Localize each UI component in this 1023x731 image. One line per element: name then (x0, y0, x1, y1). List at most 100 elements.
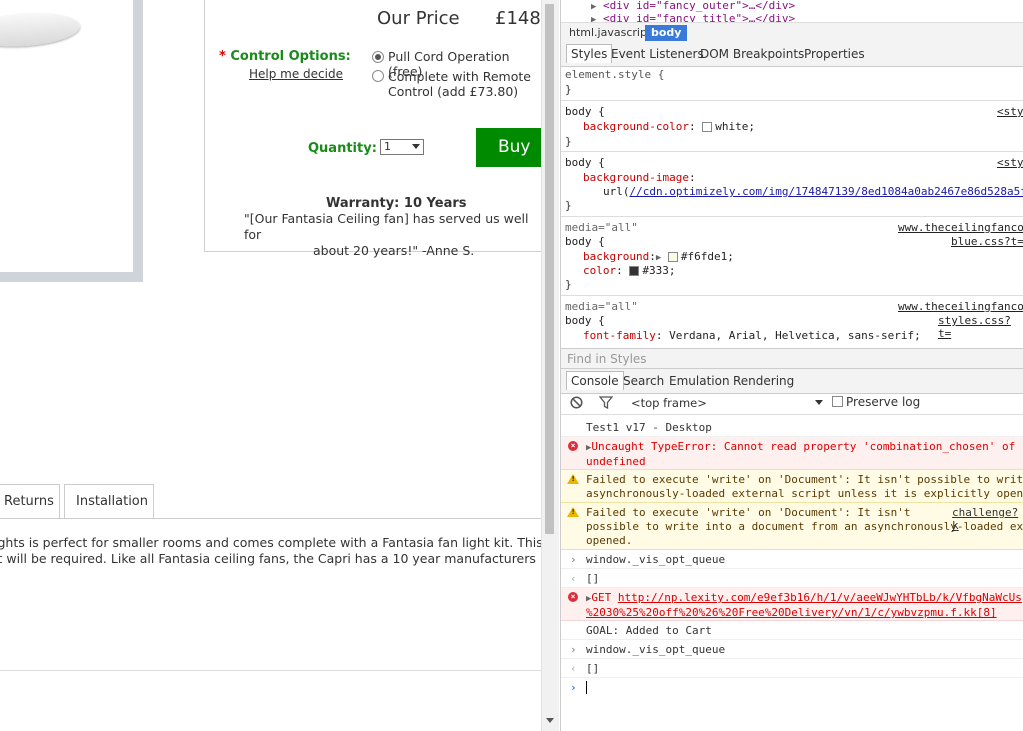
console-error[interactable]: × ▶Uncaught TypeError: Cannot read prope… (561, 437, 1023, 470)
quote-line-1: "[Our Fantasia Ceiling fan] has served u… (244, 211, 529, 242)
rule-declaration[interactable]: background:▶ #f6fde1; (583, 250, 734, 263)
tab-styles[interactable]: Styles (566, 44, 613, 63)
preserve-log-checkbox[interactable] (832, 396, 843, 407)
quantity-value: 1 (384, 140, 391, 153)
url-function: url( (603, 185, 630, 198)
product-page: Our Price £148 * Control Options: Help m… (0, 0, 541, 731)
rule-source-file[interactable]: blue.css?t= (951, 235, 1023, 248)
tab-installation[interactable]: Installation (64, 484, 154, 519)
console-text: Test1 v17 - Desktop (586, 421, 712, 434)
chevron-down-icon[interactable] (815, 400, 823, 405)
rule-source-link[interactable]: www.theceilingfanco (898, 300, 1023, 313)
find-placeholder: Find in Styles (567, 352, 647, 366)
rule-selector: body { (565, 314, 605, 327)
request-url-cont[interactable]: %2030%25%20off%20%26%20Free%20Delivery/v… (586, 606, 997, 619)
chevron-down-icon (412, 144, 420, 149)
tab-console[interactable]: Console (566, 371, 624, 390)
css-value: #333; (642, 264, 676, 277)
warning-text-1: Failed to execute 'write' on 'Document':… (586, 506, 911, 519)
rule-declaration[interactable]: background-image: (583, 171, 696, 184)
rule-selector: body { (565, 156, 605, 169)
control-options-label: * Control Options: (219, 49, 351, 64)
rule-close: } (565, 278, 572, 291)
warning-text-1: Failed to execute 'write' on 'Document':… (586, 473, 1023, 486)
console-warning[interactable]: Failed to execute 'write' on 'Document':… (561, 470, 1023, 503)
quote-line-2: about 20 years!" -Anne S. (313, 243, 475, 258)
help-me-decide-link[interactable]: Help me decide (249, 67, 343, 81)
media-query: media="all" (565, 300, 638, 313)
color-swatch[interactable] (667, 252, 678, 262)
frame-selector[interactable]: <top frame> (631, 396, 707, 410)
find-in-styles-input[interactable]: Find in Styles (561, 348, 1023, 369)
background-image-url[interactable]: url(//cdn.optimizely.com/img/174847139/8… (603, 185, 1023, 198)
clear-console-icon[interactable] (570, 396, 583, 409)
color-swatch[interactable] (702, 122, 713, 132)
warning-source-link[interactable]: challenge?k (952, 506, 1023, 532)
console-text: ▶GET http://np.lexity.com/e9ef3b16/h/1/v… (586, 591, 1022, 620)
color-swatch[interactable] (629, 266, 640, 276)
css-property: background (583, 250, 650, 263)
prompt-chevron-icon: › (570, 681, 577, 694)
radio-pull-cord[interactable] (372, 51, 384, 63)
tab-search[interactable]: Search (623, 374, 664, 388)
css-value: #f6fde1; (680, 250, 734, 263)
drawer-tabs: Console Search Emulation Rendering (561, 368, 1023, 394)
console-error[interactable]: × ▶GET http://np.lexity.com/e9ef3b16/h/1… (561, 588, 1023, 621)
rule-source-file[interactable]: styles.css?t= (938, 314, 1023, 340)
warning-icon (567, 474, 579, 484)
media-query: media="all" (565, 221, 638, 234)
chevron-right-icon: › (570, 553, 577, 566)
tab-rendering[interactable]: Rendering (733, 374, 794, 388)
url-link[interactable]: //cdn.optimizely.com/img/174847139/8ed10… (630, 185, 1023, 198)
style-rule-element: element.style { } (561, 66, 1023, 101)
scrollbar-thumb[interactable] (545, 4, 554, 534)
error-text-1: Uncaught TypeError: Cannot read property… (591, 440, 1016, 453)
rule-close: } (565, 199, 572, 212)
scroll-down-icon[interactable] (546, 718, 554, 723)
tab-dom-breakpoints[interactable]: DOM Breakpoints (700, 47, 804, 61)
quantity-select[interactable]: 1 (380, 139, 424, 155)
chevron-left-icon: ‹ (570, 572, 577, 585)
filter-icon[interactable] (599, 396, 613, 409)
console-input: › window._vis_opt_queue (561, 640, 1023, 659)
chevron-left-icon: ‹ (570, 662, 577, 675)
breadcrumb-body[interactable]: body (645, 25, 688, 41)
console-message: Test1 v17 - Desktop (561, 418, 1023, 437)
rule-selector: body { (565, 235, 605, 248)
rule-source-link[interactable]: <sty (997, 105, 1023, 118)
element-style-selector[interactable]: element.style { (565, 68, 664, 81)
console-prompt[interactable]: › (561, 678, 1023, 698)
warranty-text: Warranty: 10 Years (326, 196, 467, 211)
rule-source-link[interactable]: <sty (997, 156, 1023, 169)
breadcrumb-html[interactable]: html.javascript (569, 26, 651, 39)
buy-button[interactable]: Buy (476, 128, 541, 167)
rule-source-link[interactable]: www.theceilingfanco (898, 221, 1023, 234)
request-url[interactable]: http://np.lexity.com/e9ef3b16/h/1/v/aeeW… (618, 591, 1022, 604)
rule-declaration[interactable]: font-family: Verdana, Arial, Helvetica, … (583, 329, 921, 342)
tab-emulation[interactable]: Emulation (669, 374, 730, 388)
testimonial-quote: "[Our Fantasia Ceiling fan] has served u… (244, 211, 541, 259)
page-scrollbar[interactable] (541, 0, 559, 731)
rule-declaration[interactable]: background-color: white; (583, 120, 755, 133)
style-rule-1: body { <sty background-color: white; } (561, 103, 1023, 152)
expand-triangle-icon[interactable]: ▶ (591, 15, 596, 22)
console-text: GOAL: Added to Cart (586, 624, 712, 637)
tab-event-listeners[interactable]: Event Listeners (611, 47, 704, 61)
error-icon: × (568, 441, 578, 451)
tab-properties[interactable]: Properties (804, 47, 865, 61)
expand-triangle-icon[interactable]: ▶ (591, 2, 596, 12)
console-warning[interactable]: Failed to execute 'write' on 'Document':… (561, 503, 1023, 550)
error-icon: × (568, 592, 578, 602)
option-remote-label-2[interactable]: Control (add £73.80) (388, 84, 518, 99)
dom-node-fancy-title[interactable]: ▶ <div id="fancy_title">…</div> (591, 12, 795, 22)
dom-node-fancy-outer[interactable]: ▶ <div id="fancy_outer">…</div> (591, 0, 795, 12)
radio-remote-control[interactable] (372, 70, 384, 82)
rule-declaration[interactable]: color: #333; (583, 264, 676, 277)
description-line-1: ights is perfect for smaller rooms and c… (0, 535, 541, 550)
tab-returns[interactable]: Returns (0, 484, 60, 519)
expand-triangle-icon[interactable]: ▶ (656, 253, 661, 263)
devtools-panel: ▶ <div id="fancy_outer">…</div> ▶ <div i… (560, 0, 1023, 731)
option-remote-label-1[interactable]: Complete with Remote (388, 69, 531, 84)
preserve-log-label[interactable]: Preserve log (846, 395, 920, 409)
console-text: ▶Uncaught TypeError: Cannot read propert… (586, 440, 1015, 469)
